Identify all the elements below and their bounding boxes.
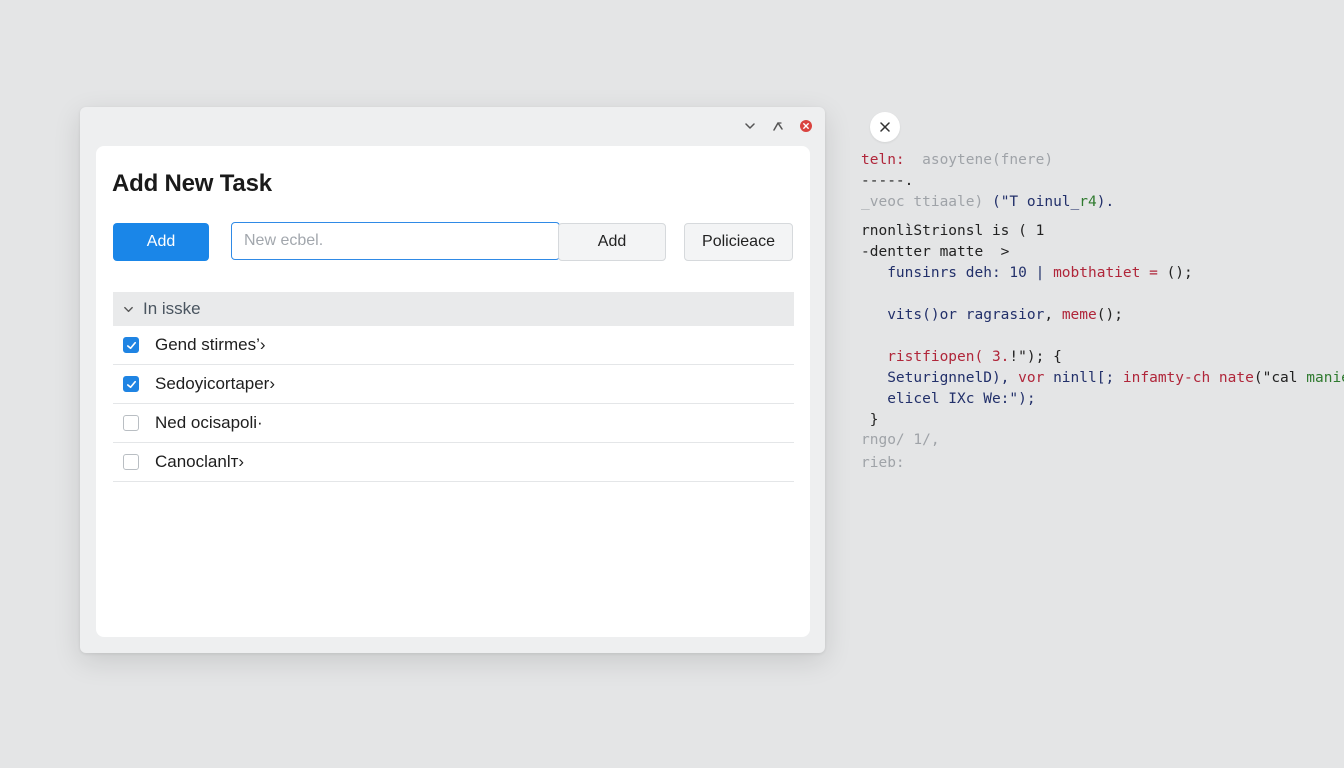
code-token: infamty-ch nate xyxy=(1122,370,1254,386)
code-token: -----. xyxy=(861,173,914,189)
code-token: ristfiopen( xyxy=(861,349,992,365)
code-token: (); xyxy=(1166,265,1193,281)
code-token: teln: xyxy=(861,152,923,168)
code-token: ). xyxy=(1096,194,1115,210)
code-token: rieb: xyxy=(861,455,905,471)
code-token: 3. xyxy=(991,349,1010,365)
code-token: elicel IXc We:"); xyxy=(861,391,1036,407)
code-token: r4 xyxy=(1079,194,1097,210)
code-token: meme xyxy=(1061,307,1097,323)
code-token: manied xyxy=(1306,370,1344,386)
window-controls xyxy=(743,119,813,133)
task-checkbox[interactable] xyxy=(123,376,139,392)
code-snippet-panel: teln: asoytene(fnere) -----. _veoc ttiaale… xyxy=(861,150,1344,480)
page-title: Add New Task xyxy=(112,170,272,197)
arrow-up-right-icon[interactable] xyxy=(771,119,785,133)
code-token: SeturignnelD), xyxy=(861,370,1019,386)
close-circle-icon[interactable] xyxy=(799,119,813,133)
task-row: Canoclanӏт› xyxy=(113,443,794,482)
close-icon[interactable] xyxy=(870,112,900,142)
task-label: Sedoyicortaper› xyxy=(155,374,276,393)
code-line: teln: asoytene(fnere) xyxy=(861,152,1053,168)
code-token: ("cal xyxy=(1253,370,1307,386)
code-token: -dentter matte > xyxy=(861,244,1010,260)
code-token: _veoc xyxy=(861,194,905,210)
add-button[interactable]: Add xyxy=(113,223,209,261)
task-group-label: In isske xyxy=(143,299,201,318)
task-label: Canoclanӏт› xyxy=(155,452,245,471)
code-line: rieb: xyxy=(861,455,905,471)
code-token: vor xyxy=(1018,370,1054,386)
new-task-input[interactable] xyxy=(231,222,560,260)
task-list: Gend stirmes’› Sedoyicortaper› Ned ocisa… xyxy=(113,326,794,482)
chevron-down-icon xyxy=(121,302,135,316)
code-token: mobthatiet = xyxy=(1053,265,1167,281)
task-row: Ned ocisapoli· xyxy=(113,404,794,443)
policy-button[interactable]: Policieace xyxy=(684,223,793,261)
chevron-down-icon[interactable] xyxy=(743,119,757,133)
code-token: rnonlìStrionsl is ( 1 xyxy=(861,223,1045,239)
code-line: funsinrs deh: 10 | mobthatiet = (); xyxy=(861,265,1193,281)
task-label: Ned ocisapoli· xyxy=(155,413,263,432)
code-line: ristfiopen( 3.!"); { xyxy=(861,349,1062,365)
code-line: rnonlìStrionsl is ( 1 xyxy=(861,223,1044,239)
code-line: -dentter matte > xyxy=(861,244,1009,260)
task-label: Gend stirmes’› xyxy=(155,335,266,354)
code-token: (); xyxy=(1096,307,1123,323)
code-token: ragrasior xyxy=(965,307,1045,323)
code-token: funsinrs deh: 10 | xyxy=(861,265,1054,281)
code-token: asoytene(fnere) xyxy=(922,152,1054,168)
checkmark-icon xyxy=(126,341,136,349)
code-line: -----. xyxy=(861,173,913,189)
code-line: _veoc ttiaale) ("T oinul_r4). xyxy=(861,194,1114,210)
task-checkbox[interactable] xyxy=(123,337,139,353)
code-token: vits()or xyxy=(861,307,966,323)
task-checkbox[interactable] xyxy=(123,415,139,431)
code-token: ttiaale) xyxy=(913,194,984,210)
checkmark-icon xyxy=(126,380,136,388)
code-line: vits()or ragrasior, meme(); xyxy=(861,307,1123,323)
task-checkbox[interactable] xyxy=(123,454,139,470)
code-line: SeturignnelD), vor ninll[; infamty-ch na… xyxy=(861,370,1344,386)
code-line: } xyxy=(861,412,879,428)
task-row: Gend stirmes’› xyxy=(113,326,794,365)
code-token: } xyxy=(861,412,879,428)
task-group-header[interactable]: In isske xyxy=(113,292,794,326)
code-line: rngo/ 1/, xyxy=(861,432,940,448)
code-line: elicel IXc We:"); xyxy=(861,391,1036,407)
task-row: Sedoyicortaper› xyxy=(113,365,794,404)
code-token: , xyxy=(1044,307,1062,323)
add-secondary-button[interactable]: Add xyxy=(558,223,666,261)
code-token: !"); { xyxy=(1009,349,1062,365)
task-dialog-window: Add New Task Add Add Policieace In isske… xyxy=(80,107,825,653)
code-token: rngo/ 1/, xyxy=(861,432,940,448)
code-token: ("T oinul_ xyxy=(983,194,1080,210)
task-form-card: Add New Task Add Add Policieace In isske… xyxy=(96,146,810,637)
code-token: ninll[; xyxy=(1053,370,1123,386)
